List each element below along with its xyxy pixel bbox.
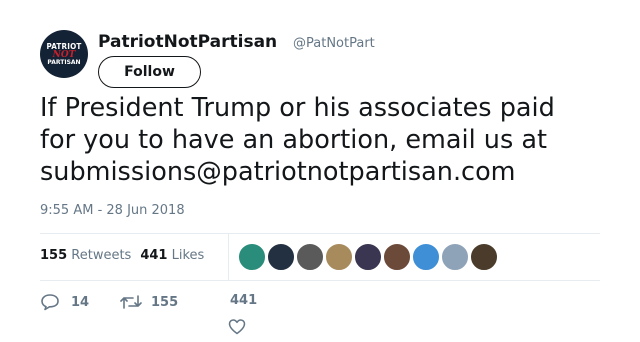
liker-avatar[interactable] [412, 243, 440, 271]
profile-avatar[interactable]: PATRIOT NOT PARTISAN [40, 30, 88, 78]
liker-avatar[interactable] [441, 243, 469, 271]
reply-icon [40, 293, 60, 311]
like-count: 441 [230, 293, 258, 308]
user-handle[interactable]: @PatNotPart [293, 36, 375, 51]
tweet-text-line: for you to have an abortion, email us at [40, 125, 547, 155]
stats-separator [228, 234, 229, 280]
heart-icon [228, 318, 246, 335]
liker-avatar[interactable] [354, 243, 382, 271]
liker-avatar[interactable] [296, 243, 324, 271]
retweet-count: 155 [151, 294, 179, 310]
retweet-icon [120, 293, 142, 311]
avatar-text-not: NOT [52, 50, 76, 60]
likes-stat-label: Likes [171, 248, 205, 263]
like-button[interactable] [228, 318, 246, 335]
likes-stat-count: 441 [140, 248, 168, 263]
retweets-stat[interactable]: 155 Retweets [40, 248, 131, 263]
divider [40, 233, 600, 234]
liker-avatar[interactable] [325, 243, 353, 271]
divider [40, 280, 600, 281]
liker-avatar[interactable] [238, 243, 266, 271]
tweet-stats: 155 Retweets 441 Likes [40, 248, 213, 263]
liker-avatar[interactable] [383, 243, 411, 271]
display-name[interactable]: PatriotNotPartisan [98, 32, 277, 52]
tweet-text-line: If President Trump or his associates pai… [40, 93, 555, 123]
liker-avatar[interactable] [470, 243, 498, 271]
retweets-stat-count: 155 [40, 248, 68, 263]
reply-count: 14 [71, 294, 90, 310]
tweet-text: If President Trump or his associates pai… [40, 92, 620, 188]
like-count-button[interactable]: 441 [230, 293, 257, 308]
follow-button[interactable]: Follow [98, 56, 201, 88]
tweet-timestamp[interactable]: 9:55 AM - 28 Jun 2018 [40, 203, 185, 218]
tweet-text-line: submissions@patriotnotpartisan.com [40, 157, 516, 187]
reply-button[interactable]: 14 [40, 293, 89, 311]
retweets-stat-label: Retweets [71, 248, 132, 263]
retweet-button[interactable]: 155 [120, 293, 178, 311]
avatar-text-partisan: PARTISAN [47, 59, 81, 66]
likes-stat[interactable]: 441 Likes [140, 248, 204, 263]
liker-avatar[interactable] [267, 243, 295, 271]
